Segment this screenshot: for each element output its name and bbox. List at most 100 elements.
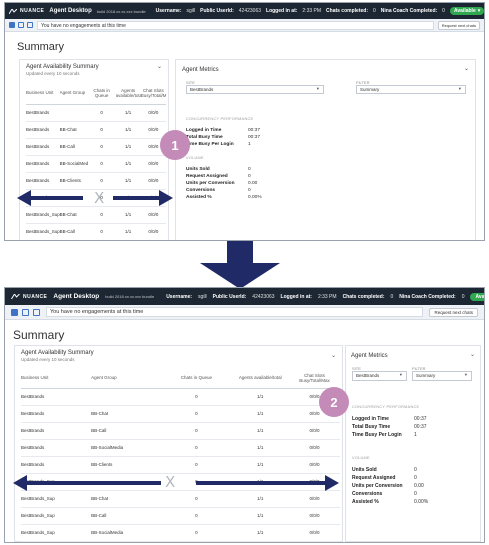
metrics-card: Agent Metrics ⌄ SITE BestBrands ▾ FILTER … bbox=[345, 345, 481, 542]
nina-label: Nina Coach Completed: bbox=[399, 293, 456, 300]
metric-row: Conversions 0 bbox=[186, 188, 251, 193]
table-cell: BB-Chat bbox=[59, 121, 88, 139]
metric-row: Units Sold 0 bbox=[352, 467, 417, 473]
metric-value: 0 bbox=[414, 475, 417, 481]
table-row[interactable]: BestBrands_Sup BB-Chat 0 1/1 0/0/0 bbox=[21, 490, 340, 508]
metric-value: 0.00 bbox=[414, 483, 424, 489]
column-header[interactable]: Agents available/total bbox=[231, 368, 289, 389]
chats-label: Chats completed: bbox=[342, 293, 385, 300]
metric-value: 0.00% bbox=[248, 195, 262, 200]
table-cell: BB-Call bbox=[59, 138, 88, 156]
table-cell: 1/1 bbox=[115, 138, 141, 156]
availability-title: Agent Availability Summary bbox=[26, 64, 99, 70]
table-cell: 1/1 bbox=[115, 223, 141, 240]
engagement-message: You have no engagements at this time bbox=[37, 20, 434, 30]
table-row[interactable]: BestBrands BB-Chat 0 1/1 0/0/0 bbox=[21, 405, 340, 423]
column-header[interactable]: Agent Group bbox=[59, 82, 88, 105]
view-icons bbox=[9, 22, 33, 28]
request-next-chats-button[interactable]: Request next chats bbox=[429, 307, 478, 317]
metric-row: Request Assigned 0 bbox=[352, 475, 417, 481]
request-next-chats-button[interactable]: Request next chats bbox=[437, 20, 480, 30]
metric-value: 00:37 bbox=[414, 424, 427, 430]
table-row[interactable]: BestBrands_Sup BB-Chat 0 1/1 0/0/0 bbox=[26, 206, 166, 224]
metric-row: Logged in Time 00:37 bbox=[352, 416, 427, 422]
availability-table: Business Unit Agent Group Chats in Queue Ag… bbox=[26, 82, 166, 240]
panel-view-icon[interactable] bbox=[33, 308, 40, 316]
table-cell: 0 bbox=[87, 138, 116, 156]
table-row[interactable]: BestBrands_Sup BB-Call 0 1/1 0/0/0 bbox=[21, 507, 340, 525]
table-row[interactable]: BestBrands BB-Chat 0 1/1 0/0/0 bbox=[26, 121, 166, 139]
userid-label: Public UserId: bbox=[200, 8, 234, 14]
metric-label: Request Assigned bbox=[352, 475, 396, 481]
metric-value: 00:37 bbox=[414, 416, 427, 422]
table-cell: BB-SocialMedia bbox=[91, 524, 162, 542]
username-label: Username: bbox=[155, 8, 182, 14]
userid-label: Public UserId: bbox=[212, 293, 247, 300]
metric-label: Logged in Time bbox=[352, 416, 389, 422]
metric-label: Logged in Time bbox=[186, 128, 222, 133]
chats-value: 0 bbox=[372, 8, 376, 14]
site-select[interactable]: BestBrands ▾ bbox=[186, 85, 324, 94]
grid-view-icon[interactable] bbox=[9, 22, 15, 28]
nuance-logo-icon bbox=[9, 8, 17, 14]
chevron-down-icon: ▾ bbox=[458, 86, 461, 91]
collapse-chevron-icon[interactable]: ⌄ bbox=[157, 63, 162, 70]
column-header[interactable]: Chats in Queue bbox=[161, 368, 232, 389]
table-row[interactable]: BestBrands BB-Call 0 1/1 0/0/0 bbox=[26, 138, 166, 156]
metric-row: Assisted % 0.00% bbox=[186, 195, 262, 200]
table-cell: BestBrands_Sup bbox=[26, 206, 60, 224]
table-cell: 1/1 bbox=[231, 524, 289, 542]
filter-select[interactable]: Summary ▾ bbox=[356, 85, 466, 94]
column-header[interactable]: Chats in Queue bbox=[87, 82, 116, 105]
table-cell: BestBrands bbox=[26, 121, 60, 139]
username-label: Username: bbox=[166, 293, 193, 300]
site-select[interactable]: BestBrands ▾ bbox=[352, 371, 407, 381]
table-row[interactable]: BestBrands BB-Call 0 1/1 0/0/0 bbox=[21, 422, 340, 440]
column-header[interactable]: Chat Slots Busy/Total/Max bbox=[140, 82, 166, 105]
table-row[interactable]: BestBrandsBB-SocialMedia01/10/0/0 bbox=[21, 439, 340, 457]
table-row[interactable]: BestBrandsBB-SocialMedia01/10/0/0 bbox=[26, 155, 166, 173]
metric-value: 0 bbox=[248, 167, 251, 172]
metric-row: Total Busy Time 00:37 bbox=[186, 135, 260, 140]
metrics-card: Agent Metrics ⌄ SITE BestBrands ▾ FILTER … bbox=[175, 59, 476, 240]
panel-view-icon[interactable] bbox=[27, 22, 33, 28]
list-view-icon[interactable] bbox=[18, 22, 24, 28]
table-row[interactable]: BestBrands 0 1/1 0/0/0 bbox=[21, 388, 340, 406]
collapse-chevron-icon[interactable]: ⌄ bbox=[331, 352, 336, 359]
username-value: sgill bbox=[198, 293, 207, 300]
availability-card: Agent Availability Summary Updated every… bbox=[19, 59, 169, 240]
metrics-title: Agent Metrics bbox=[351, 353, 388, 359]
column-header[interactable]: Business Unit bbox=[26, 82, 60, 105]
table-row[interactable]: BestBrands_Sup BB-SocialMedia 0 1/1 0/0/0 bbox=[21, 524, 340, 542]
metric-label: Units per Conversion bbox=[186, 181, 235, 186]
collapse-chevron-icon[interactable]: ⌄ bbox=[464, 65, 469, 72]
column-header[interactable]: Agents available/total bbox=[115, 82, 141, 105]
table-row[interactable]: BestBrands BB-Clients 0 1/1 0/0/0 bbox=[26, 172, 166, 190]
collapse-chevron-icon[interactable]: ⌄ bbox=[470, 351, 475, 358]
table-cell: BestBrands bbox=[21, 422, 92, 440]
table-row[interactable]: BestBrands_Sup BB-Call 0 1/1 0/0/0 bbox=[26, 223, 166, 240]
grid-view-icon[interactable] bbox=[11, 308, 18, 316]
volume-section-heading: VOLUME bbox=[186, 156, 204, 160]
table-row[interactable]: BestBrands 0 1/1 0/0/0 bbox=[26, 104, 166, 122]
status-button[interactable]: Available▾ bbox=[470, 292, 484, 301]
column-header[interactable]: Chat Slots Busy/Total/Max bbox=[288, 368, 340, 389]
table-row[interactable]: BestBrands BB-Clients 0 1/1 0/0/0 bbox=[21, 456, 340, 474]
metric-row: Units per Conversion 0.00 bbox=[352, 483, 424, 489]
screenshot-before: NUANCE Agent Desktop build 2018.xx.xx.xx… bbox=[4, 2, 485, 241]
table-cell: BB-Chat bbox=[59, 206, 88, 224]
filter-select[interactable]: Summary ▾ bbox=[412, 371, 472, 381]
table-cell: BestBrands bbox=[21, 456, 92, 474]
status-button[interactable]: Available▾ bbox=[449, 7, 484, 15]
table-cell: BB-Chat bbox=[91, 405, 162, 423]
table-cell: BestBrands bbox=[21, 439, 92, 457]
page-title: Summary bbox=[17, 41, 65, 53]
loggedin-label: Logged in at: bbox=[266, 8, 298, 14]
username-value: sgill bbox=[186, 8, 196, 14]
table-cell: BB-Clients bbox=[59, 172, 88, 190]
table-row[interactable]: BestBrands_Sup 0 1/1 0/0/0 bbox=[21, 473, 340, 491]
list-view-icon[interactable] bbox=[22, 308, 29, 316]
column-header[interactable]: Business Unit bbox=[21, 368, 92, 389]
column-header[interactable]: Agent Group bbox=[91, 368, 162, 389]
metric-row: Units Sold 0 bbox=[186, 167, 251, 172]
